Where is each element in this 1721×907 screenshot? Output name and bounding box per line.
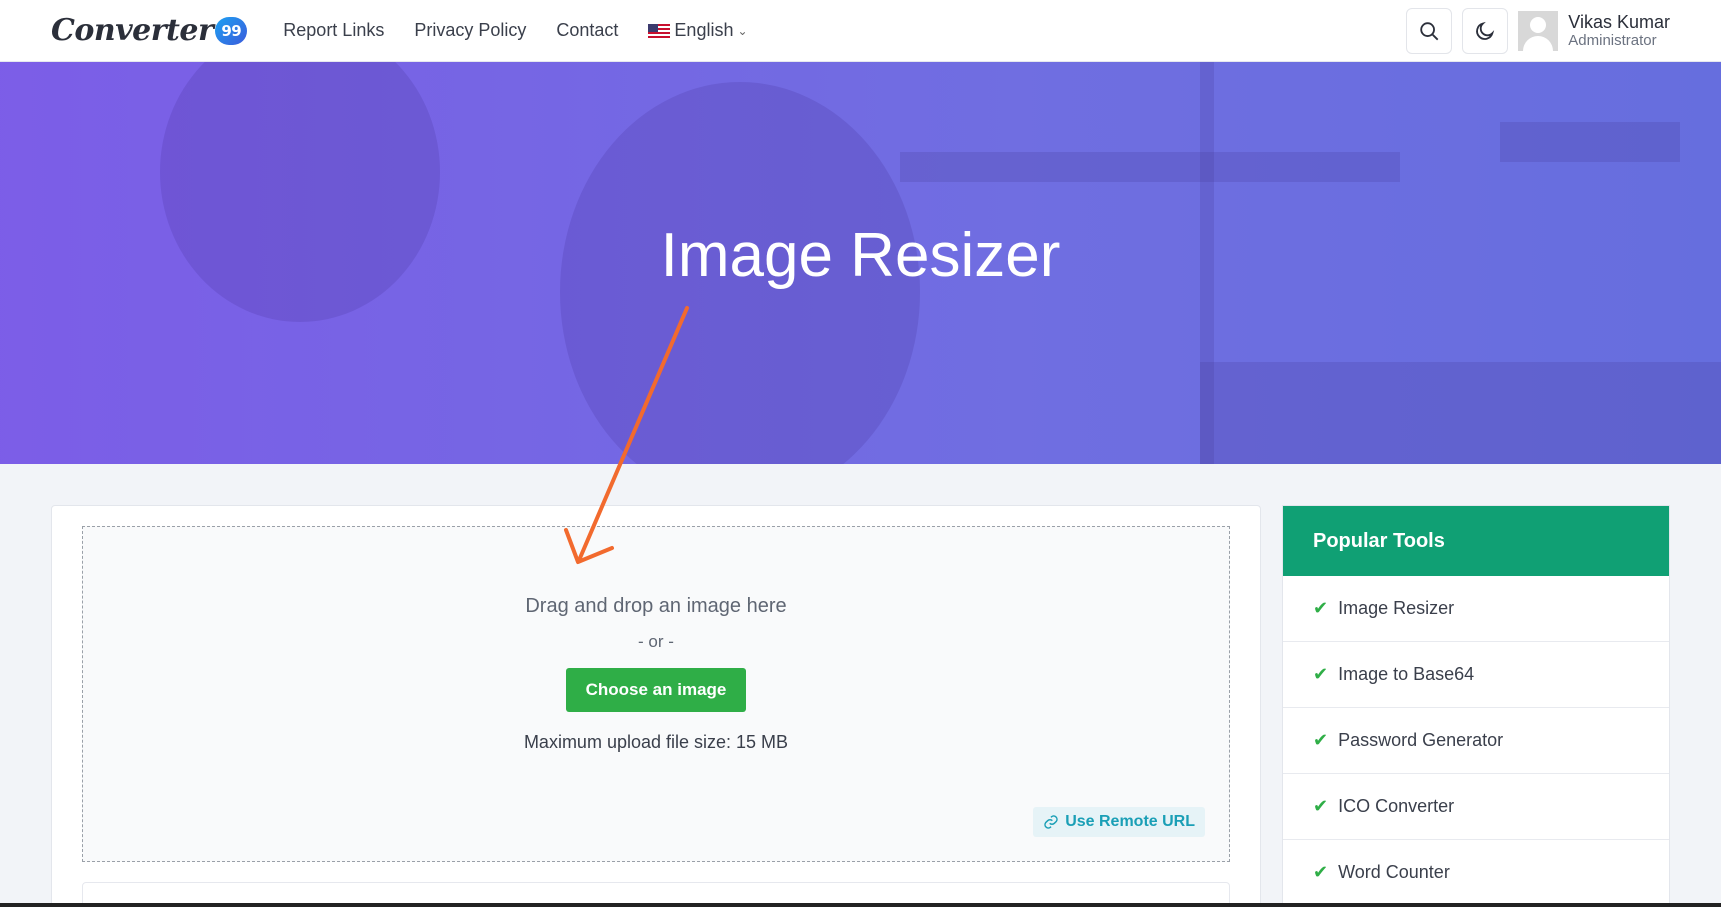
language-label: English: [674, 20, 734, 40]
hero-bg-shape: [1200, 362, 1721, 464]
check-icon: ✔: [1313, 730, 1329, 750]
dropzone-text: Drag and drop an image here: [525, 595, 787, 617]
moon-icon: [1476, 21, 1495, 40]
tool-item-image-resizer[interactable]: ✔ Image Resizer: [1283, 576, 1669, 642]
site-logo[interactable]: Converter 99: [51, 13, 248, 48]
dropzone-or: - or -: [638, 632, 674, 651]
search-icon: [1420, 21, 1439, 40]
hero-bg-shape: [1500, 122, 1680, 162]
upload-card: Drag and drop an image here - or - Choos…: [51, 505, 1261, 907]
nav-right: Vikas Kumar Administrator: [1396, 7, 1670, 54]
tool-item-label: Password Generator: [1338, 730, 1504, 750]
image-dropzone[interactable]: Drag and drop an image here - or - Choos…: [82, 526, 1230, 862]
nav-link-contact[interactable]: Contact: [556, 20, 618, 41]
user-info: Vikas Kumar Administrator: [1568, 12, 1670, 50]
tool-item-label: Word Counter: [1338, 862, 1450, 882]
search-button[interactable]: [1406, 7, 1453, 54]
user-role: Administrator: [1568, 32, 1657, 50]
use-remote-url-button[interactable]: Use Remote URL: [1033, 807, 1205, 837]
check-icon: ✔: [1313, 862, 1329, 882]
logo-badge: 99: [215, 16, 248, 45]
remote-url-label: Use Remote URL: [1065, 813, 1195, 830]
logo-text: Converter: [51, 13, 214, 48]
nav-link-privacy-policy[interactable]: Privacy Policy: [414, 20, 526, 41]
choose-image-button[interactable]: Choose an image: [565, 668, 747, 712]
language-selector[interactable]: English ⌄: [648, 20, 748, 41]
tool-item-label: Image to Base64: [1338, 664, 1475, 684]
check-icon: ✔: [1313, 598, 1329, 618]
nav-link-report-links[interactable]: Report Links: [283, 20, 384, 41]
user-menu[interactable]: Vikas Kumar Administrator: [1518, 10, 1670, 51]
user-name: Vikas Kumar: [1568, 11, 1670, 32]
hero-bg-shape: [900, 152, 1400, 182]
tool-item-image-to-base64[interactable]: ✔ Image to Base64: [1283, 642, 1669, 708]
avatar: [1518, 10, 1559, 51]
popular-tools-panel: Popular Tools ✔ Image Resizer ✔ Image to…: [1282, 505, 1670, 907]
tool-item-word-counter[interactable]: ✔ Word Counter: [1283, 840, 1669, 906]
tool-item-ico-converter[interactable]: ✔ ICO Converter: [1283, 774, 1669, 840]
top-navbar: Converter 99 Report Links Privacy Policy …: [0, 0, 1721, 62]
page-title: Image Resizer: [660, 221, 1061, 290]
hero-banner: Image Resizer: [0, 62, 1721, 464]
link-icon: [1044, 815, 1058, 829]
theme-toggle-button[interactable]: [1462, 7, 1509, 54]
check-icon: ✔: [1313, 796, 1329, 816]
us-flag-icon: [648, 23, 671, 38]
tool-item-label: Image Resizer: [1338, 598, 1455, 618]
bottom-edge: [0, 903, 1721, 907]
tool-item-label: ICO Converter: [1338, 796, 1455, 816]
check-icon: ✔: [1313, 664, 1329, 684]
tool-item-password-generator[interactable]: ✔ Password Generator: [1283, 708, 1669, 774]
max-upload-size: Maximum upload file size: 15 MB: [523, 732, 789, 752]
nav-links: Report Links Privacy Policy Contact Engl…: [283, 20, 747, 41]
popular-tools-title: Popular Tools: [1283, 506, 1669, 576]
chevron-down-icon: ⌄: [737, 23, 748, 38]
